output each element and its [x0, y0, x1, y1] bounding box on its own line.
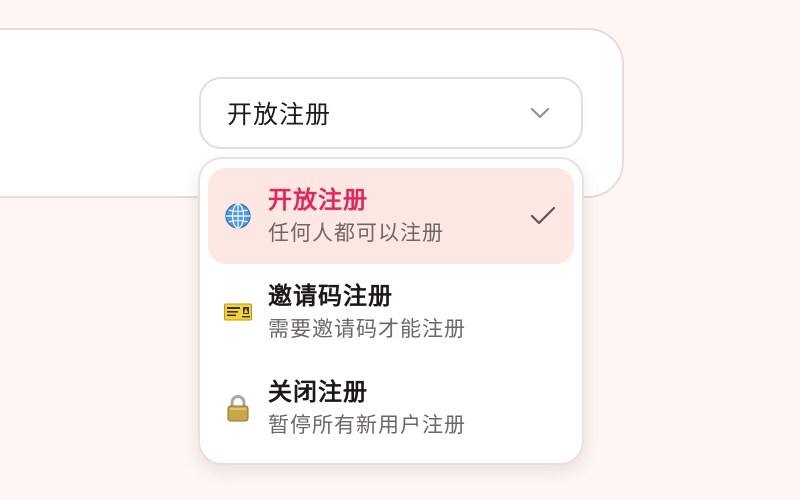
option-description: 暂停所有新用户注册 — [268, 413, 466, 437]
registration-mode-select[interactable]: 开放注册 — [199, 77, 583, 149]
option-invite-registration[interactable]: 邀请码注册 需要邀请码才能注册 — [208, 264, 574, 360]
option-title: 邀请码注册 — [268, 282, 393, 310]
globe-icon — [224, 202, 252, 230]
option-title: 关闭注册 — [268, 378, 368, 406]
registration-mode-dropdown: 开放注册 任何人都可以注册 邀请码注册 需要邀请码才能注册 关闭注册 暂停所有新… — [198, 157, 584, 465]
option-open-registration[interactable]: 开放注册 任何人都可以注册 — [208, 168, 574, 264]
option-description: 需要邀请码才能注册 — [268, 317, 466, 341]
select-current-value: 开放注册 — [227, 100, 332, 129]
option-description: 任何人都可以注册 — [268, 221, 444, 245]
chevron-down-icon — [529, 102, 551, 124]
ticket-icon — [224, 298, 252, 326]
lock-icon — [224, 394, 252, 422]
option-title: 开放注册 — [268, 186, 368, 214]
checkmark-icon — [530, 203, 556, 229]
option-close-registration[interactable]: 关闭注册 暂停所有新用户注册 — [208, 360, 574, 456]
